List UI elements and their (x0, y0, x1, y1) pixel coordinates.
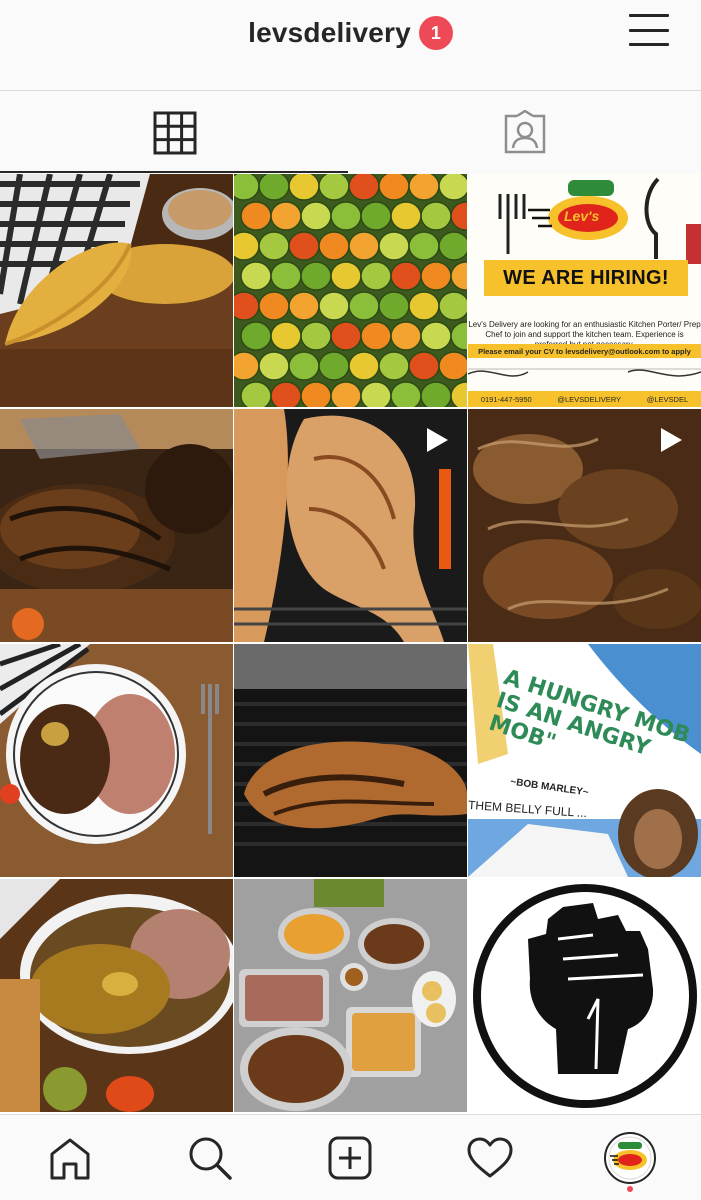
heart-icon (467, 1137, 513, 1178)
hiring-title: WE ARE HIRING! (484, 260, 688, 296)
post-thumbnail-grilled-chicken[interactable] (234, 644, 467, 877)
curry-chicken-image (0, 879, 233, 1112)
hiring-email-line: Please email your CV to levsdelivery@out… (468, 344, 701, 358)
post-thumbnail-brown-stew[interactable] (468, 409, 701, 642)
profile-header: levsdelivery 1 (0, 0, 701, 90)
search-icon (189, 1137, 232, 1180)
profile-username[interactable]: levsdelivery (248, 17, 411, 49)
active-tab-indicator (0, 171, 348, 173)
hamburger-menu-icon[interactable] (629, 12, 669, 48)
home-icon (50, 1138, 90, 1180)
nav-new-post[interactable] (280, 1115, 420, 1200)
levs-logo-text: Lev's (564, 208, 600, 224)
patties-image (0, 174, 233, 407)
tagged-icon (504, 110, 546, 154)
add-post-icon (328, 1136, 372, 1180)
grid-icon (153, 111, 197, 155)
post-thumbnail-food-spread[interactable] (234, 879, 467, 1112)
hiring-instagram: @LEVSDELIVERY (557, 394, 622, 404)
post-thumbnail-patties[interactable] (0, 174, 233, 407)
posts-grid: Lev's WE ARE HIRING! Lev's Delivery are … (0, 174, 701, 1114)
video-play-icon (661, 428, 682, 452)
hiring-facebook: @LEVSDEL (646, 394, 689, 404)
post-thumbnail-hiring[interactable]: Lev's WE ARE HIRING! Lev's Delivery are … (468, 174, 701, 407)
username-row[interactable]: levsdelivery 1 (0, 14, 701, 52)
profile-notification-dot (627, 1186, 633, 1192)
raised-fist-image (468, 879, 701, 1112)
food-spread-image (234, 879, 467, 1112)
nav-profile[interactable] (560, 1115, 700, 1200)
post-thumbnail-peppers[interactable] (234, 174, 467, 407)
nav-activity[interactable] (420, 1115, 560, 1200)
post-thumbnail-raised-fist[interactable] (468, 879, 701, 1112)
notification-badge[interactable]: 1 (418, 16, 453, 50)
hiring-contact-footer: 0191-447-5950 @LEVSDELIVERY @LEVSDEL (468, 391, 701, 407)
post-thumbnail-quote[interactable]: A HUNGRY MOB IS AN ANGRY MOB" ~BOB MARLE… (468, 644, 701, 877)
post-thumbnail-grilled-leg[interactable] (234, 409, 467, 642)
post-thumbnail-jerk-chicken[interactable] (0, 409, 233, 642)
profile-avatar (604, 1132, 656, 1184)
profile-tabs (0, 90, 701, 174)
bottom-navigation (0, 1114, 701, 1200)
post-thumbnail-curry-goat[interactable] (0, 644, 233, 877)
tab-grid[interactable] (0, 91, 350, 175)
tab-tagged[interactable] (350, 91, 700, 175)
jerk-chicken-image (0, 409, 233, 642)
curry-goat-image (0, 644, 233, 877)
hiring-phone: 0191-447-5950 (480, 394, 532, 404)
video-play-icon (427, 428, 448, 452)
grilled-chicken-image (234, 644, 467, 877)
nav-home[interactable] (0, 1115, 140, 1200)
peppers-image (234, 174, 467, 407)
nav-search[interactable] (140, 1115, 280, 1200)
post-thumbnail-curry-chicken[interactable] (0, 879, 233, 1112)
